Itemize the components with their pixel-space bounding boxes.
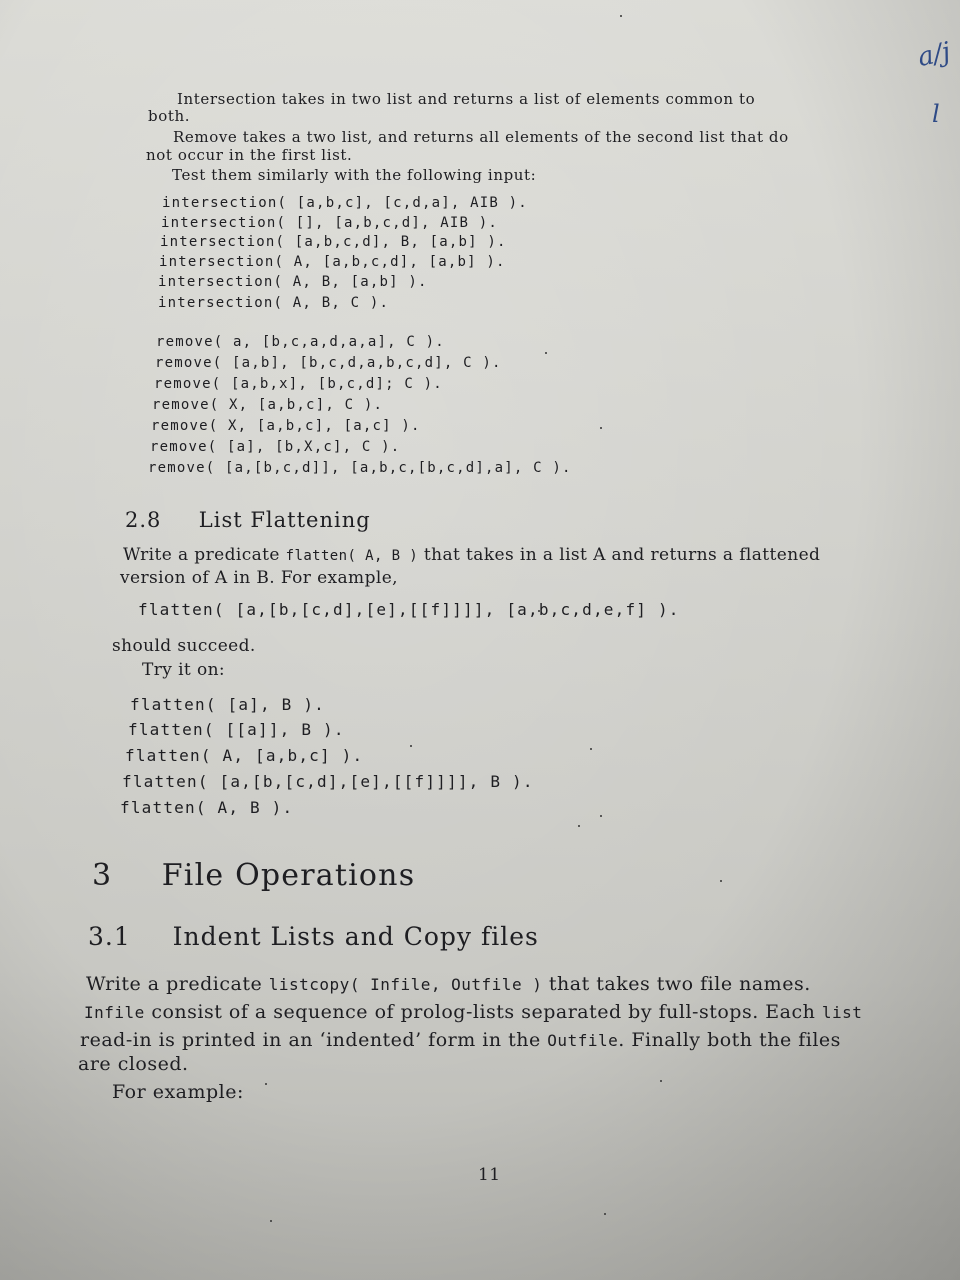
text-run: read-in is printed in an ‘indented’ form… xyxy=(80,1029,548,1051)
section-title: File Operations xyxy=(161,858,416,893)
intersection-description-line1: Intersection takes in two list and retur… xyxy=(177,90,756,108)
listcopy-description-line1: Write a predicate listcopy( Infile, Outf… xyxy=(86,973,811,995)
section-number: 2.8 xyxy=(125,508,162,532)
speck xyxy=(600,427,602,429)
flatten-try-line: flatten( A, [a,b,c] ). xyxy=(125,746,364,765)
text-run: . Finally both the files xyxy=(618,1029,841,1051)
section-2-8-heading: 2.8 List Flattening xyxy=(125,508,371,532)
remove-line: remove( [a,b,x], [b,c,d]; C ). xyxy=(154,376,443,392)
for-example-text: For example: xyxy=(112,1081,244,1103)
speck xyxy=(660,1080,662,1082)
intersection-description-line2: both. xyxy=(148,107,191,125)
flatten-try-line: flatten( A, B ). xyxy=(120,798,294,817)
speck xyxy=(545,352,547,354)
inline-code: flatten( A, B ) xyxy=(285,548,419,564)
speck xyxy=(720,880,722,882)
speck xyxy=(410,745,412,747)
remove-line: remove( X, [a,b,c], [a,c] ). xyxy=(151,418,421,434)
section-title: List Flattening xyxy=(198,508,371,532)
inline-code: listcopy( Infile, Outfile ) xyxy=(268,975,543,994)
test-instruction: Test them similarly with the following i… xyxy=(172,166,537,184)
speck xyxy=(600,815,602,817)
intersection-line: intersection( A, [a,b,c,d], [a,b] ). xyxy=(159,254,506,270)
flatten-try-line: flatten( [[a]], B ). xyxy=(128,720,345,739)
remove-line: remove( [a], [b,X,c], C ). xyxy=(150,439,401,455)
section-3-1-heading: 3.1 Indent Lists and Copy files xyxy=(88,922,539,951)
text-run: Write a predicate xyxy=(86,973,269,995)
speck xyxy=(620,15,622,17)
text-run: Write a predicate xyxy=(123,545,286,565)
try-it-on-text: Try it on: xyxy=(142,660,226,680)
intersection-line: intersection( [a,b,c,d], B, [a,b] ). xyxy=(160,234,507,250)
margin-note-2: l xyxy=(932,100,940,128)
section-title: Indent Lists and Copy files xyxy=(172,922,539,951)
remove-description-line2: not occur in the first list. xyxy=(146,146,353,164)
inline-code: Outfile xyxy=(547,1031,619,1050)
text-run: consist of a sequence of prolog-lists se… xyxy=(144,1001,822,1023)
intersection-line: intersection( [a,b,c], [c,d,a], AIB ). xyxy=(162,195,528,211)
section-number: 3.1 xyxy=(88,922,131,951)
speck xyxy=(270,1220,272,1222)
inline-code: Infile xyxy=(84,1003,145,1022)
inline-code: list xyxy=(821,1003,863,1022)
flatten-description-line2: version of A in B. For example, xyxy=(120,568,398,588)
flatten-try-line: flatten( [a], B ). xyxy=(130,695,325,714)
remove-line: remove( [a,b], [b,c,d,a,b,c,d], C ). xyxy=(155,355,502,371)
flatten-description-line1: Write a predicate flatten( A, B ) that t… xyxy=(123,545,820,565)
speck xyxy=(538,610,540,612)
listcopy-description-line3: read-in is printed in an ‘indented’ form… xyxy=(80,1029,841,1051)
remove-line: remove( [a,[b,c,d]], [a,b,c,[b,c,d],a], … xyxy=(148,460,572,476)
listcopy-description-line2: Infile consist of a sequence of prolog-l… xyxy=(84,1001,862,1023)
speck xyxy=(590,748,592,750)
flatten-try-line: flatten( [a,[b,[c,d],[e],[[f]]]], B ). xyxy=(122,772,534,791)
flatten-example: flatten( [a,[b,[c,d],[e],[[f]]]], [a,b,c… xyxy=(138,600,680,619)
intersection-line: intersection( A, B, [a,b] ). xyxy=(158,274,428,290)
text-run: that takes in a list A and returns a fla… xyxy=(418,545,821,565)
remove-line: remove( a, [b,c,a,d,a,a], C ). xyxy=(156,334,445,350)
remove-description-line1: Remove takes a two list, and returns all… xyxy=(173,128,789,146)
intersection-line: intersection( [], [a,b,c,d], AIB ). xyxy=(161,215,499,231)
should-succeed-text: should succeed. xyxy=(112,636,256,656)
speck xyxy=(604,1213,606,1215)
listcopy-description-line4: are closed. xyxy=(78,1053,189,1075)
page-number: 11 xyxy=(478,1165,501,1185)
remove-line: remove( X, [a,b,c], C ). xyxy=(152,397,384,413)
section-3-heading: 3 File Operations xyxy=(92,858,415,893)
speck xyxy=(265,1083,267,1085)
section-number: 3 xyxy=(92,858,113,893)
intersection-line: intersection( A, B, C ). xyxy=(158,295,390,311)
speck xyxy=(578,825,580,827)
text-run: that takes two file names. xyxy=(542,973,811,995)
